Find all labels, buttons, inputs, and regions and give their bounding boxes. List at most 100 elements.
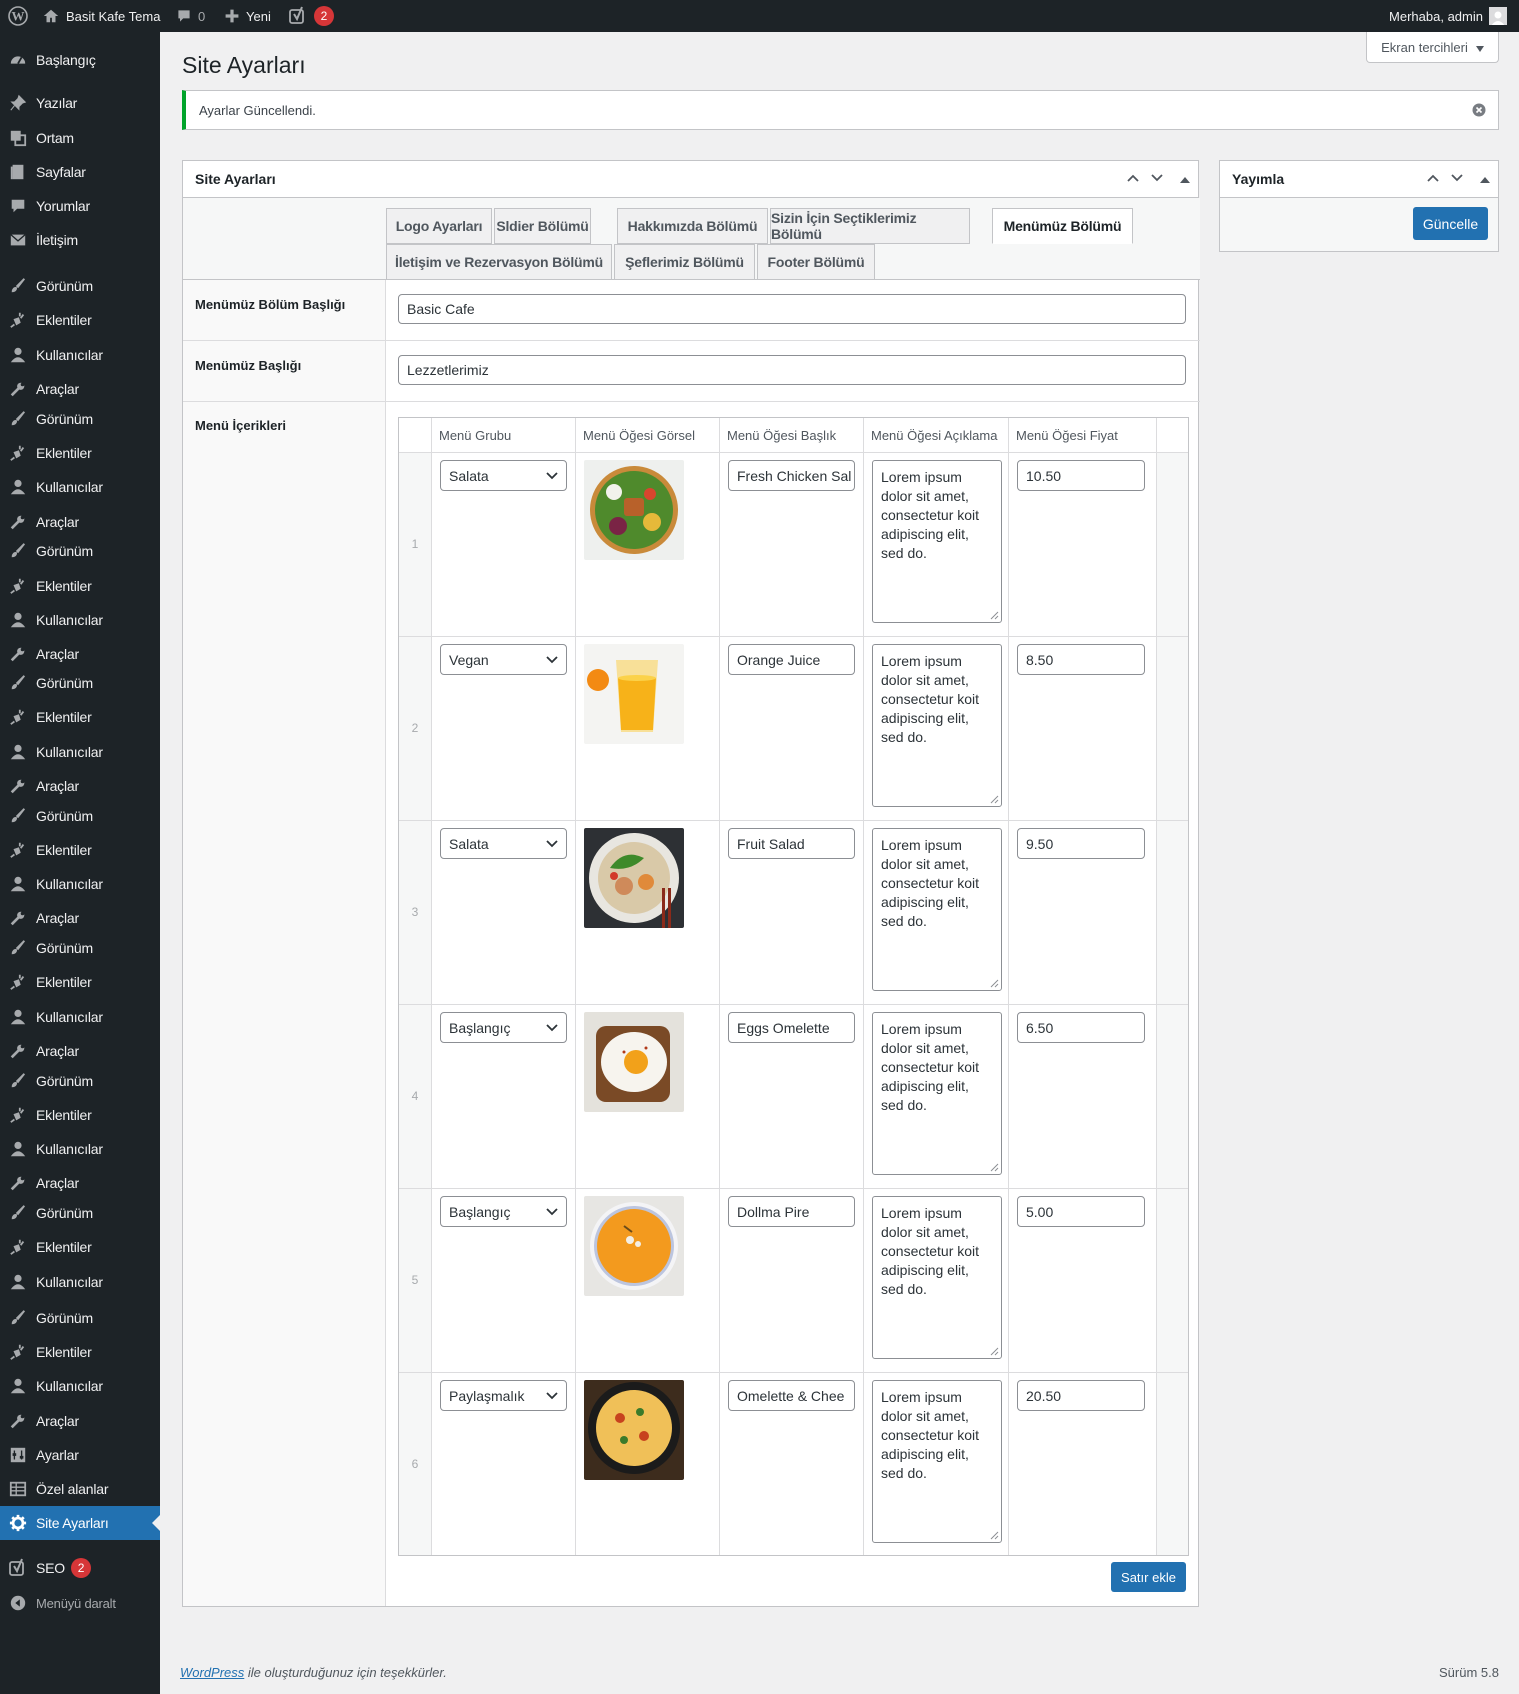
- new-content-link[interactable]: Yeni: [224, 0, 271, 32]
- sidebar-item-4[interactable]: Sayfalar: [0, 155, 160, 189]
- sidebar-item-42[interactable]: Ayarlar: [0, 1438, 160, 1472]
- site-name-link[interactable]: Basit Kafe Tema: [42, 0, 160, 32]
- sidebar-item-36[interactable]: Eklentiler: [0, 1230, 160, 1264]
- menu-item-price-input[interactable]: 6.50: [1017, 1012, 1145, 1043]
- tab-2[interactable]: Sldier Bölümü: [494, 208, 591, 244]
- menu-item-title-input[interactable]: Fruit Salad: [728, 828, 855, 859]
- sidebar-item-10[interactable]: Araçlar: [0, 372, 160, 406]
- section-title-input[interactable]: Basic Cafe: [398, 294, 1186, 324]
- sidebar-item-20[interactable]: Eklentiler: [0, 700, 160, 734]
- dismiss-icon[interactable]: [1472, 103, 1486, 117]
- menu-item-price-input[interactable]: 10.50: [1017, 460, 1145, 491]
- sidebar-item-37[interactable]: Kullanıcılar: [0, 1265, 160, 1299]
- screen-options-button[interactable]: Ekran tercihleri: [1366, 32, 1499, 63]
- sidebar-item-7[interactable]: Görünüm: [0, 269, 160, 303]
- sidebar-item-27[interactable]: Görünüm: [0, 931, 160, 965]
- menu-item-description-textarea[interactable]: Lorem ipsum dolor sit amet, consectetur …: [872, 1380, 1002, 1543]
- sidebar-item-1[interactable]: Başlangıç: [0, 43, 160, 77]
- add-row-button[interactable]: Satır ekle: [1111, 1562, 1186, 1592]
- egg-toast-image[interactable]: [584, 1012, 684, 1112]
- sidebar-item-19[interactable]: Görünüm: [0, 666, 160, 700]
- sidebar-item-43[interactable]: Özel alanlar: [0, 1472, 160, 1506]
- sidebar-item-35[interactable]: Görünüm: [0, 1196, 160, 1230]
- menu-item-description-textarea[interactable]: Lorem ipsum dolor sit amet, consectetur …: [872, 644, 1002, 807]
- sidebar-item-17[interactable]: Kullanıcılar: [0, 603, 160, 637]
- menu-item-description-textarea[interactable]: Lorem ipsum dolor sit amet, consectetur …: [872, 1012, 1002, 1175]
- tab-7[interactable]: Şeflerimiz Bölümü: [614, 244, 755, 280]
- comments-link[interactable]: 0: [176, 0, 205, 32]
- menu-group-select[interactable]: Salata: [440, 460, 567, 491]
- sidebar-item-23[interactable]: Görünüm: [0, 799, 160, 833]
- sidebar-item-15[interactable]: Görünüm: [0, 534, 160, 568]
- update-button[interactable]: Güncelle: [1413, 207, 1488, 240]
- sidebar-item-12[interactable]: Eklentiler: [0, 436, 160, 470]
- sidebar-item-31[interactable]: Görünüm: [0, 1064, 160, 1098]
- menu-group-select[interactable]: Başlangıç: [440, 1012, 567, 1043]
- sidebar-item-33[interactable]: Kullanıcılar: [0, 1132, 160, 1166]
- menu-group-select[interactable]: Vegan: [440, 644, 567, 675]
- sidebar-item-13[interactable]: Kullanıcılar: [0, 470, 160, 504]
- salad-bowl-image[interactable]: [584, 460, 684, 560]
- sidebar-item-46[interactable]: Menüyü daralt: [0, 1586, 160, 1620]
- sidebar-item-11[interactable]: Görünüm: [0, 402, 160, 436]
- sidebar-item-41[interactable]: Araçlar: [0, 1404, 160, 1438]
- sidebar-item-28[interactable]: Eklentiler: [0, 965, 160, 999]
- sidebar-item-45[interactable]: SEO 2: [0, 1551, 160, 1585]
- orange-juice-image[interactable]: [584, 644, 684, 744]
- sidebar-item-29[interactable]: Kullanıcılar: [0, 1000, 160, 1034]
- menu-item-price-input[interactable]: 8.50: [1017, 644, 1145, 675]
- sidebar-item-38[interactable]: Görünüm: [0, 1301, 160, 1335]
- menu-item-title-input[interactable]: Fresh Chicken Sal: [728, 460, 855, 491]
- account-link[interactable]: Merhaba, admin: [1389, 0, 1507, 32]
- sidebar-item-2[interactable]: Yazılar: [0, 86, 160, 120]
- menu-title-input[interactable]: Lezzetlerimiz: [398, 355, 1186, 385]
- toggle-panel-icon[interactable]: [1480, 171, 1490, 187]
- sidebar-item-25[interactable]: Kullanıcılar: [0, 867, 160, 901]
- menu-group-select[interactable]: Paylaşmalık: [440, 1380, 567, 1411]
- sidebar-item-39[interactable]: Eklentiler: [0, 1335, 160, 1369]
- sidebar-item-3[interactable]: Ortam: [0, 121, 160, 155]
- sidebar-item-22[interactable]: Araçlar: [0, 769, 160, 803]
- tab-5[interactable]: Menümüz Bölümü: [992, 208, 1133, 244]
- sidebar-item-34[interactable]: Araçlar: [0, 1166, 160, 1200]
- menu-group-select[interactable]: Başlangıç: [440, 1196, 567, 1227]
- seo-menu-link[interactable]: 2: [288, 0, 334, 32]
- wordpress-link[interactable]: WordPress: [180, 1665, 244, 1680]
- move-up-icon[interactable]: [1126, 171, 1140, 188]
- menu-item-title-input[interactable]: Eggs Omelette: [728, 1012, 855, 1043]
- sidebar-item-6[interactable]: İletişim: [0, 223, 160, 257]
- pumpkin-soup-image[interactable]: [584, 1196, 684, 1296]
- tab-1[interactable]: Logo Ayarları: [386, 208, 492, 244]
- tab-6[interactable]: İletişim ve Rezervasyon Bölümü: [386, 244, 612, 280]
- sidebar-item-26[interactable]: Araçlar: [0, 901, 160, 935]
- menu-item-description-textarea[interactable]: Lorem ipsum dolor sit amet, consectetur …: [872, 1196, 1002, 1359]
- sidebar-item-5[interactable]: Yorumlar: [0, 189, 160, 223]
- sidebar-item-16[interactable]: Eklentiler: [0, 569, 160, 603]
- menu-item-price-input[interactable]: 20.50: [1017, 1380, 1145, 1411]
- move-down-icon[interactable]: [1450, 171, 1464, 188]
- sidebar-item-44[interactable]: Site Ayarları: [0, 1506, 160, 1540]
- move-down-icon[interactable]: [1150, 171, 1164, 188]
- move-up-icon[interactable]: [1426, 171, 1440, 188]
- sidebar-item-24[interactable]: Eklentiler: [0, 833, 160, 867]
- menu-item-title-input[interactable]: Dollma Pire: [728, 1196, 855, 1227]
- menu-item-price-input[interactable]: 5.00: [1017, 1196, 1145, 1227]
- menu-item-title-input[interactable]: Omelette & Chee: [728, 1380, 855, 1411]
- sidebar-item-9[interactable]: Kullanıcılar: [0, 338, 160, 372]
- menu-item-description-textarea[interactable]: Lorem ipsum dolor sit amet, consectetur …: [872, 828, 1002, 991]
- skillet-omelette-image[interactable]: [584, 1380, 684, 1480]
- toggle-panel-icon[interactable]: [1180, 171, 1190, 187]
- sidebar-item-30[interactable]: Araçlar: [0, 1034, 160, 1068]
- fruit-salad-image[interactable]: [584, 828, 684, 928]
- sidebar-item-21[interactable]: Kullanıcılar: [0, 735, 160, 769]
- sidebar-item-8[interactable]: Eklentiler: [0, 303, 160, 337]
- sidebar-item-32[interactable]: Eklentiler: [0, 1098, 160, 1132]
- menu-item-price-input[interactable]: 9.50: [1017, 828, 1145, 859]
- sidebar-item-40[interactable]: Kullanıcılar: [0, 1369, 160, 1403]
- menu-item-description-textarea[interactable]: Lorem ipsum dolor sit amet, consectetur …: [872, 460, 1002, 623]
- tab-8[interactable]: Footer Bölümü: [757, 244, 875, 280]
- menu-item-title-input[interactable]: Orange Juice: [728, 644, 855, 675]
- tab-3[interactable]: Hakkımızda Bölümü: [617, 208, 768, 244]
- wordpress-logo-icon[interactable]: W: [8, 0, 28, 32]
- tab-4[interactable]: Sizin İçin Seçtiklerimiz Bölümü: [770, 208, 970, 244]
